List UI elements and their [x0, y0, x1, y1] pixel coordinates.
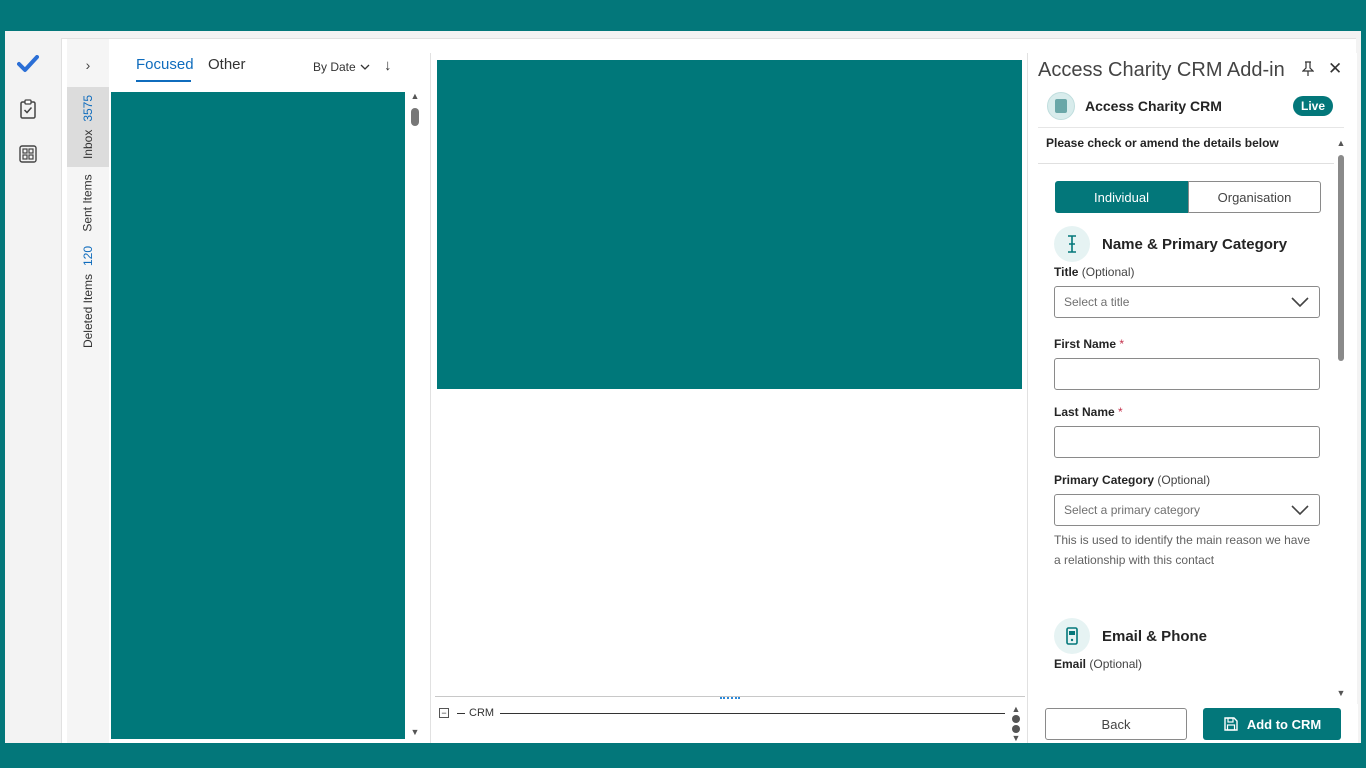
text-cursor-icon: [1054, 226, 1090, 262]
primary-category-select[interactable]: Select a primary category: [1054, 494, 1320, 526]
section-email-header: Email & Phone: [1054, 618, 1207, 654]
message-list-scrollbar[interactable]: ▲ ▼: [409, 90, 421, 740]
apps-grid-icon[interactable]: [15, 141, 41, 167]
brand-logo-icon: [1047, 92, 1075, 120]
primary-category-help: This is used to identify the main reason…: [1054, 533, 1311, 567]
crm-bar-line: [500, 712, 1005, 714]
add-to-crm-label: Add to CRM: [1246, 716, 1322, 732]
dash-divider: [457, 712, 465, 714]
scroll-thumb[interactable]: [411, 108, 419, 126]
unread-count: 3575: [81, 94, 95, 122]
toggle-individual[interactable]: Individual: [1055, 181, 1188, 213]
brand-row: Access Charity CRM Live: [1047, 91, 1333, 121]
clipboard-icon[interactable]: [15, 96, 41, 122]
folder-strip: › Inbox 3575 Sent Items Deleted Items 12…: [67, 39, 109, 743]
app-rail: [5, 31, 61, 743]
first-name-label: First Name *: [1054, 337, 1125, 351]
tab-other[interactable]: Other: [208, 56, 246, 73]
section-name-header: Name & Primary Category: [1054, 226, 1287, 262]
scroll-up-arrow-icon[interactable]: ▲: [1335, 137, 1347, 149]
sort-button[interactable]: By Date: [313, 60, 370, 74]
title-select[interactable]: Select a title: [1054, 286, 1320, 318]
scroll-down-arrow-icon[interactable]: ▼: [1335, 687, 1347, 699]
crm-bar-label: CRM: [469, 707, 495, 719]
email-label: Email (Optional): [1054, 657, 1143, 671]
toggle-organisation[interactable]: Organisation: [1188, 181, 1321, 213]
contact-type-toggle: Individual Organisation: [1055, 181, 1321, 213]
item-count: 120: [81, 245, 96, 266]
scroll-thumb[interactable]: [1012, 715, 1020, 723]
folder-label: Deleted Items: [81, 273, 96, 349]
section-title: Name & Primary Category: [1102, 235, 1288, 253]
last-name-label: Last Name *: [1054, 405, 1123, 419]
sort-label: By Date: [313, 60, 356, 74]
crm-collapsible-bar[interactable]: − CRM: [435, 706, 1005, 720]
brand-name: Access Charity CRM: [1085, 98, 1222, 114]
chevron-down-icon: [360, 64, 370, 70]
crm-scrollbar[interactable]: ▲ ▼: [1010, 704, 1022, 743]
addin-footer: Back Add to CRM: [1028, 704, 1358, 743]
back-button[interactable]: Back: [1045, 708, 1187, 740]
add-to-crm-button[interactable]: Add to CRM: [1203, 708, 1341, 740]
outlook-window: › Inbox 3575 Sent Items Deleted Items 12…: [5, 31, 1361, 743]
status-badge: Live: [1292, 96, 1333, 116]
scroll-up-arrow-icon[interactable]: ▲: [1010, 704, 1022, 714]
folder-deleted-items[interactable]: Deleted Items 120: [67, 245, 109, 349]
primary-category-placeholder: Select a primary category: [1064, 503, 1201, 517]
folder-label: Sent Items: [81, 174, 96, 232]
instructions-text: Please check or amend the details below: [1046, 136, 1279, 150]
pin-icon[interactable]: [1301, 61, 1315, 80]
phone-icon: [1054, 618, 1090, 654]
addin-title: Access Charity CRM Add-in: [1038, 59, 1285, 81]
primary-category-label: Primary Category (Optional): [1054, 473, 1211, 487]
save-icon: [1224, 717, 1238, 731]
title-label: Title (Optional): [1054, 265, 1135, 279]
scroll-thumb[interactable]: [1338, 155, 1344, 361]
addin-scrollbar[interactable]: ▲ ▼: [1335, 138, 1347, 703]
scroll-down-arrow-icon[interactable]: ▼: [409, 726, 421, 738]
scroll-up-arrow-icon[interactable]: ▲: [409, 90, 421, 102]
title-placeholder: Select a title: [1064, 295, 1130, 309]
tab-focused[interactable]: Focused: [136, 56, 194, 73]
folder-sent-items[interactable]: Sent Items: [67, 171, 109, 235]
last-name-field[interactable]: [1054, 426, 1320, 458]
reading-pane: − CRM ▲ ▼: [430, 53, 1026, 743]
tab-underline: [136, 80, 191, 82]
message-list: Focused Other By Date ↓ ▲ ▼: [109, 39, 429, 743]
collapse-box-icon[interactable]: −: [439, 708, 449, 718]
email-content: [437, 60, 1022, 389]
divider: [1038, 163, 1334, 164]
folder-inbox[interactable]: Inbox 3575: [67, 87, 109, 167]
section-title: Email & Phone: [1102, 627, 1208, 645]
first-name-field[interactable]: [1054, 358, 1320, 390]
expand-folders-button[interactable]: ›: [67, 49, 109, 81]
chevron-right-icon: ›: [85, 57, 91, 73]
addin-form: Please check or amend the details below …: [1038, 127, 1344, 711]
pane-resize-grip[interactable]: [720, 697, 740, 701]
crm-addin-pane: Access Charity CRM Add-in ✕ Access Chari…: [1027, 53, 1358, 743]
close-icon[interactable]: ✕: [1328, 59, 1342, 79]
arrow-down-icon[interactable]: ↓: [384, 57, 392, 74]
main-surface: › Inbox 3575 Sent Items Deleted Items 12…: [61, 38, 1358, 743]
todo-check-icon[interactable]: [15, 51, 41, 77]
folder-label: Inbox: [81, 129, 95, 160]
chevron-down-icon: [1291, 297, 1309, 308]
message-list-content[interactable]: [111, 92, 405, 739]
chevron-down-icon: [1291, 505, 1309, 516]
scroll-down-arrow-icon[interactable]: ▼: [1010, 733, 1022, 743]
